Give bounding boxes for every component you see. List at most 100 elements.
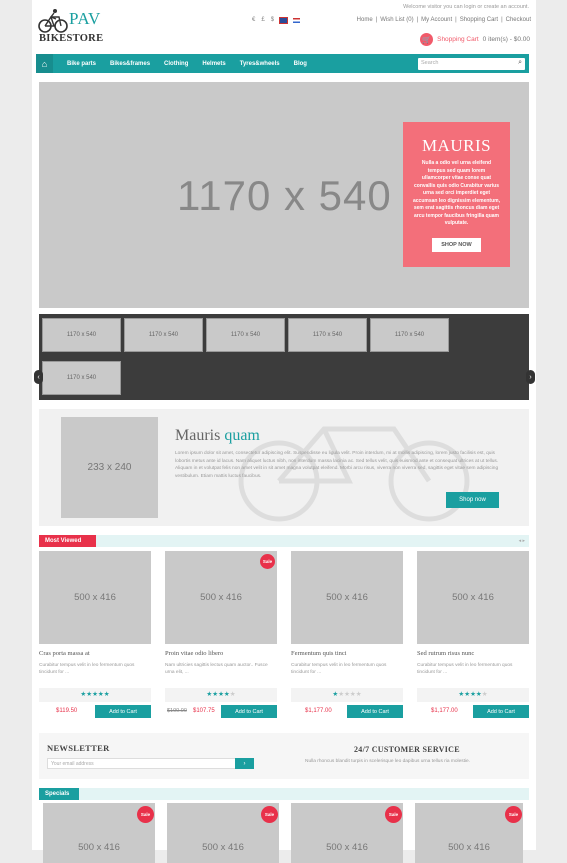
cart-summary[interactable]: 🛒 Shopping Cart 0 item(s) - $0.00 xyxy=(420,33,530,46)
product-price: $107.75 xyxy=(193,708,215,714)
search-input[interactable]: Search ⌕ xyxy=(418,58,525,70)
search-placeholder: Search xyxy=(421,60,439,66)
nav-bike-parts[interactable]: Bike parts xyxy=(67,61,96,67)
add-to-cart-button[interactable]: Add to Cart xyxy=(221,705,277,718)
promo-title: Mauris quam xyxy=(175,427,260,445)
hero-image-size: 1170 x 540 xyxy=(177,172,392,219)
header: PAV BIKESTORE Welcome visitor you can lo… xyxy=(32,0,536,52)
product-name[interactable]: Sed rutrum risus nunc xyxy=(417,650,529,657)
product-name[interactable]: Proin vitae odio libero xyxy=(165,650,277,657)
promo-shop-now-button[interactable]: Shop now xyxy=(446,492,499,508)
rating-stars-icon: ★★★★★ xyxy=(39,688,151,702)
product-image-size: 500 x 416 xyxy=(326,842,368,853)
thumbnail[interactable]: 1170 x 540 xyxy=(288,318,367,352)
page: PAV BIKESTORE Welcome visitor you can lo… xyxy=(32,0,536,863)
sale-badge: Sale xyxy=(505,806,522,823)
specials-header: Specials xyxy=(39,788,529,800)
logo[interactable]: PAV BIKESTORE xyxy=(37,8,107,48)
product-image[interactable]: 500 x 416 xyxy=(291,551,403,644)
add-to-cart-button[interactable]: Add to Cart xyxy=(347,705,403,718)
nav-tyres-wheels[interactable]: Tyres&wheels xyxy=(240,61,280,67)
link-checkout[interactable]: Checkout xyxy=(506,17,531,23)
product-buy: $119.50 Add to Cart xyxy=(39,705,151,719)
next-arrow-icon[interactable]: › xyxy=(526,370,535,384)
thumbnail[interactable]: 1170 x 540 xyxy=(42,318,121,352)
product-image-size: 500 x 416 xyxy=(202,842,244,853)
main-nav: ⌂ Bike parts Bikes&frames Clothing Helme… xyxy=(36,54,529,73)
logo-pav: PAV xyxy=(69,9,101,28)
hero-caption: MAURIS Nulla a odio vel urna eleifend te… xyxy=(403,122,510,267)
product-desc: Curabitur tempus velit in leo fermentum … xyxy=(39,663,135,675)
promo-title-a: Mauris xyxy=(175,427,221,444)
product-price: $1,177.00 xyxy=(305,708,332,714)
product-name[interactable]: Fermentum quis tinci xyxy=(291,650,403,657)
product-buy: $1,177.00 Add to Cart xyxy=(291,705,403,719)
product-image-size: 500 x 416 xyxy=(448,842,490,853)
hero-text: Nulla a odio vel urna eleifend tempus se… xyxy=(413,160,500,226)
add-to-cart-button[interactable]: Add to Cart xyxy=(95,705,151,718)
most-viewed-title: Most Viewed xyxy=(39,535,96,547)
shop-now-button[interactable]: SHOP NOW xyxy=(432,237,481,252)
currency-language: € £ $ xyxy=(252,16,301,24)
thumbnail[interactable]: 1170 x 540 xyxy=(206,318,285,352)
specials-title: Specials xyxy=(39,788,79,800)
product-image[interactable]: 500 x 416 xyxy=(39,551,151,644)
product-image[interactable]: 500 x 416 xyxy=(417,551,529,644)
newsletter-section: NEWSLETTER Your email address › 24/7 CUS… xyxy=(39,733,529,779)
product-card: 500 x 416 Sale Proin vitae odio libero Na… xyxy=(165,551,277,719)
most-viewed-header: Most Viewed ◂ ▸ xyxy=(39,535,529,547)
service-title: 24/7 CUSTOMER SERVICE xyxy=(354,745,460,754)
nav-clothing[interactable]: Clothing xyxy=(164,61,188,67)
subscribe-button[interactable]: › xyxy=(235,758,254,769)
rating-stars-icon: ★★★★★ xyxy=(291,688,403,702)
product-image[interactable]: 500 x 416 Sale xyxy=(165,551,277,644)
add-to-cart-button[interactable]: Add to Cart xyxy=(473,705,529,718)
sale-badge: Sale xyxy=(385,806,402,823)
thumbnail[interactable]: 1170 x 540 xyxy=(370,318,449,352)
email-placeholder: Your email address xyxy=(51,761,94,767)
nav-bikes-frames[interactable]: Bikes&frames xyxy=(110,61,150,67)
sale-badge: Sale xyxy=(260,554,275,569)
special-product[interactable]: 500 x 416 Sale xyxy=(291,803,403,863)
cart-value: 0 item(s) - $0.00 xyxy=(482,36,530,43)
search-icon[interactable]: ⌕ xyxy=(518,59,522,67)
link-cart[interactable]: Shopping Cart xyxy=(460,17,498,23)
link-wishlist[interactable]: Wish List (0) xyxy=(380,17,413,23)
thumbnail[interactable]: 1170 x 540 xyxy=(42,361,121,395)
product-image-size: 500 x 416 xyxy=(78,842,120,853)
currency-dollar[interactable]: $ xyxy=(271,17,274,23)
currency-euro[interactable]: € xyxy=(252,17,255,23)
special-product[interactable]: 500 x 416 Sale xyxy=(43,803,155,863)
home-icon[interactable]: ⌂ xyxy=(36,54,53,73)
email-field[interactable]: Your email address xyxy=(47,758,237,769)
carousel-nav-icon[interactable]: ◂ ▸ xyxy=(519,538,525,544)
product-card: 500 x 416 Sed rutrum risus nunc Curabitu… xyxy=(417,551,529,719)
prev-arrow-icon[interactable]: ‹ xyxy=(34,370,43,384)
product-image-size: 500 x 416 xyxy=(200,592,242,603)
top-links: Home | Wish List (0) | My Account | Shoppin… xyxy=(356,17,531,23)
product-buy: $100.00 $107.75 Add to Cart xyxy=(165,705,277,719)
service-text: Nulla rhoncus blandit turpis in sceleris… xyxy=(305,759,471,764)
sale-badge: Sale xyxy=(137,806,154,823)
product-name[interactable]: Cras porta massa at xyxy=(39,650,151,657)
link-home[interactable]: Home xyxy=(357,17,373,23)
product-old-price: $100.00 xyxy=(167,708,187,714)
hero-slider[interactable]: 1170 x 540 MAURIS Nulla a odio vel urna … xyxy=(39,82,529,308)
promo-banner: 233 x 240 Mauris quam Lorem ipsum dolor … xyxy=(39,409,529,526)
flag-deutsch-icon[interactable] xyxy=(293,17,301,23)
currency-pound[interactable]: £ xyxy=(261,17,264,23)
link-account[interactable]: My Account xyxy=(421,17,452,23)
thumbnail[interactable]: 1170 x 540 xyxy=(124,318,203,352)
cart-label: Shopping Cart xyxy=(437,36,479,43)
special-product[interactable]: 500 x 416 Sale xyxy=(415,803,523,863)
product-image-size: 500 x 416 xyxy=(452,592,494,603)
promo-image: 233 x 240 xyxy=(61,417,158,518)
flag-english-icon[interactable] xyxy=(279,16,289,24)
product-desc: Nam ultricies sagittis lectus quam aucto… xyxy=(165,663,268,675)
special-product[interactable]: 500 x 416 Sale xyxy=(167,803,279,863)
nav-blog[interactable]: Blog xyxy=(294,61,307,67)
nav-helmets[interactable]: Helmets xyxy=(202,61,225,67)
product-card: 500 x 416 Cras porta massa at Curabitur … xyxy=(39,551,151,719)
rating-stars-icon: ★★★★★ xyxy=(165,688,277,702)
promo-text: Lorem ipsum dolor sit amet, consectetur … xyxy=(175,451,499,479)
